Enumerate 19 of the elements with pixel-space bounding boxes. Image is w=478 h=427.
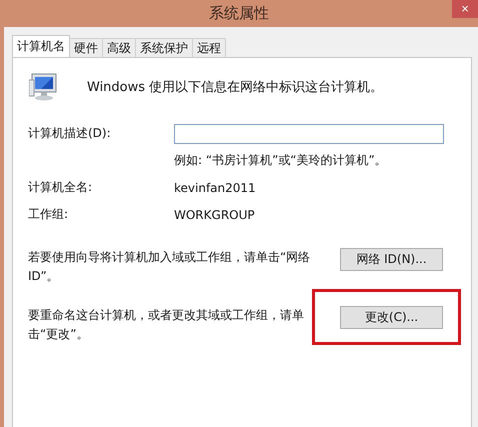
example-text: 例如: “书房计算机”或“美玲的计算机”。 bbox=[174, 152, 388, 169]
description-field[interactable] bbox=[174, 124, 444, 144]
field-value: kevinfan2011 bbox=[174, 180, 257, 196]
tab[interactable]: 远程 bbox=[192, 38, 226, 57]
instruction-text: 要重命名这台计算机，或者更改其域或工作组，请单击“更改”。 bbox=[28, 307, 305, 343]
tab[interactable]: 计算机名 bbox=[12, 35, 70, 57]
field-label: 工作组: bbox=[28, 206, 70, 223]
field-label: 计算机描述(D): bbox=[28, 125, 112, 142]
close-button[interactable]: × bbox=[452, 0, 478, 18]
tab[interactable]: 系统保护 bbox=[135, 38, 193, 57]
tab[interactable]: 硬件 bbox=[69, 38, 103, 57]
window-title: 系统属性 bbox=[209, 4, 269, 23]
tab[interactable]: 高级 bbox=[102, 38, 136, 57]
field-label: 计算机全名: bbox=[28, 179, 94, 196]
instruction-text: 若要使用向导将计算机加入域或工作组，请单击“网络 ID”。 bbox=[28, 249, 312, 285]
action-button[interactable]: 更改(C)... bbox=[340, 306, 443, 329]
action-button[interactable]: 网络 ID(N)... bbox=[340, 248, 443, 271]
field-value: WORKGROUP bbox=[174, 206, 256, 224]
intro-text: Windows 使用以下信息在网络中标识这台计算机。 bbox=[87, 79, 384, 96]
